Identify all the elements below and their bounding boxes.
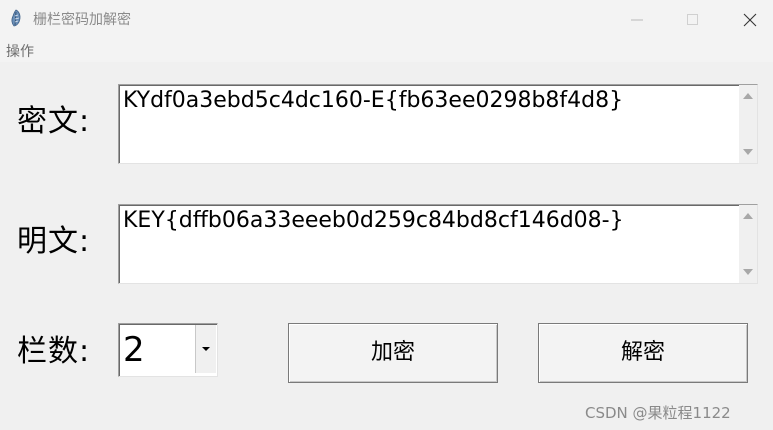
rails-label: 栏数: bbox=[17, 334, 91, 369]
rails-dropdown-button[interactable] bbox=[195, 325, 216, 373]
minimize-icon bbox=[631, 19, 643, 21]
ciphertext-scrollbar[interactable] bbox=[739, 85, 757, 163]
watermark-text: CSDN @果粒程1122 bbox=[585, 404, 731, 422]
close-button[interactable] bbox=[727, 0, 773, 38]
scroll-down-arrow-icon[interactable] bbox=[743, 149, 753, 155]
plaintext-field[interactable]: KEY{dffb06a33eeeb0d259c84bd8cf146d08-} bbox=[118, 204, 758, 284]
feather-app-icon bbox=[8, 9, 24, 27]
scroll-up-arrow-icon[interactable] bbox=[743, 213, 753, 219]
chevron-down-icon bbox=[202, 347, 210, 351]
decrypt-button[interactable]: 解密 bbox=[538, 323, 748, 383]
menu-item-operation[interactable]: 操作 bbox=[6, 41, 34, 61]
minimize-button[interactable] bbox=[614, 0, 660, 38]
plaintext-value: KEY{dffb06a33eeeb0d259c84bd8cf146d08-} bbox=[123, 208, 624, 233]
maximize-button[interactable] bbox=[670, 0, 716, 38]
rails-value: 2 bbox=[123, 330, 145, 370]
ciphertext-label: 密文: bbox=[17, 104, 91, 139]
ciphertext-value: KYdf0a3ebd5c4dc160-E{fb63ee0298b8f4d8} bbox=[123, 88, 624, 113]
scroll-up-arrow-icon[interactable] bbox=[743, 93, 753, 99]
ciphertext-field[interactable]: KYdf0a3ebd5c4dc160-E{fb63ee0298b8f4d8} bbox=[118, 84, 758, 164]
plaintext-label: 明文: bbox=[17, 224, 91, 259]
menu-bar: 操作 bbox=[0, 38, 773, 62]
rails-combobox[interactable]: 2 bbox=[118, 323, 218, 377]
encrypt-button[interactable]: 加密 bbox=[288, 323, 498, 383]
close-icon bbox=[743, 13, 757, 27]
scroll-down-arrow-icon[interactable] bbox=[743, 269, 753, 275]
title-bar: 栅栏密码加解密 bbox=[0, 0, 773, 38]
maximize-icon bbox=[687, 14, 698, 25]
window-title: 栅栏密码加解密 bbox=[33, 12, 131, 28]
plaintext-scrollbar[interactable] bbox=[739, 205, 757, 283]
